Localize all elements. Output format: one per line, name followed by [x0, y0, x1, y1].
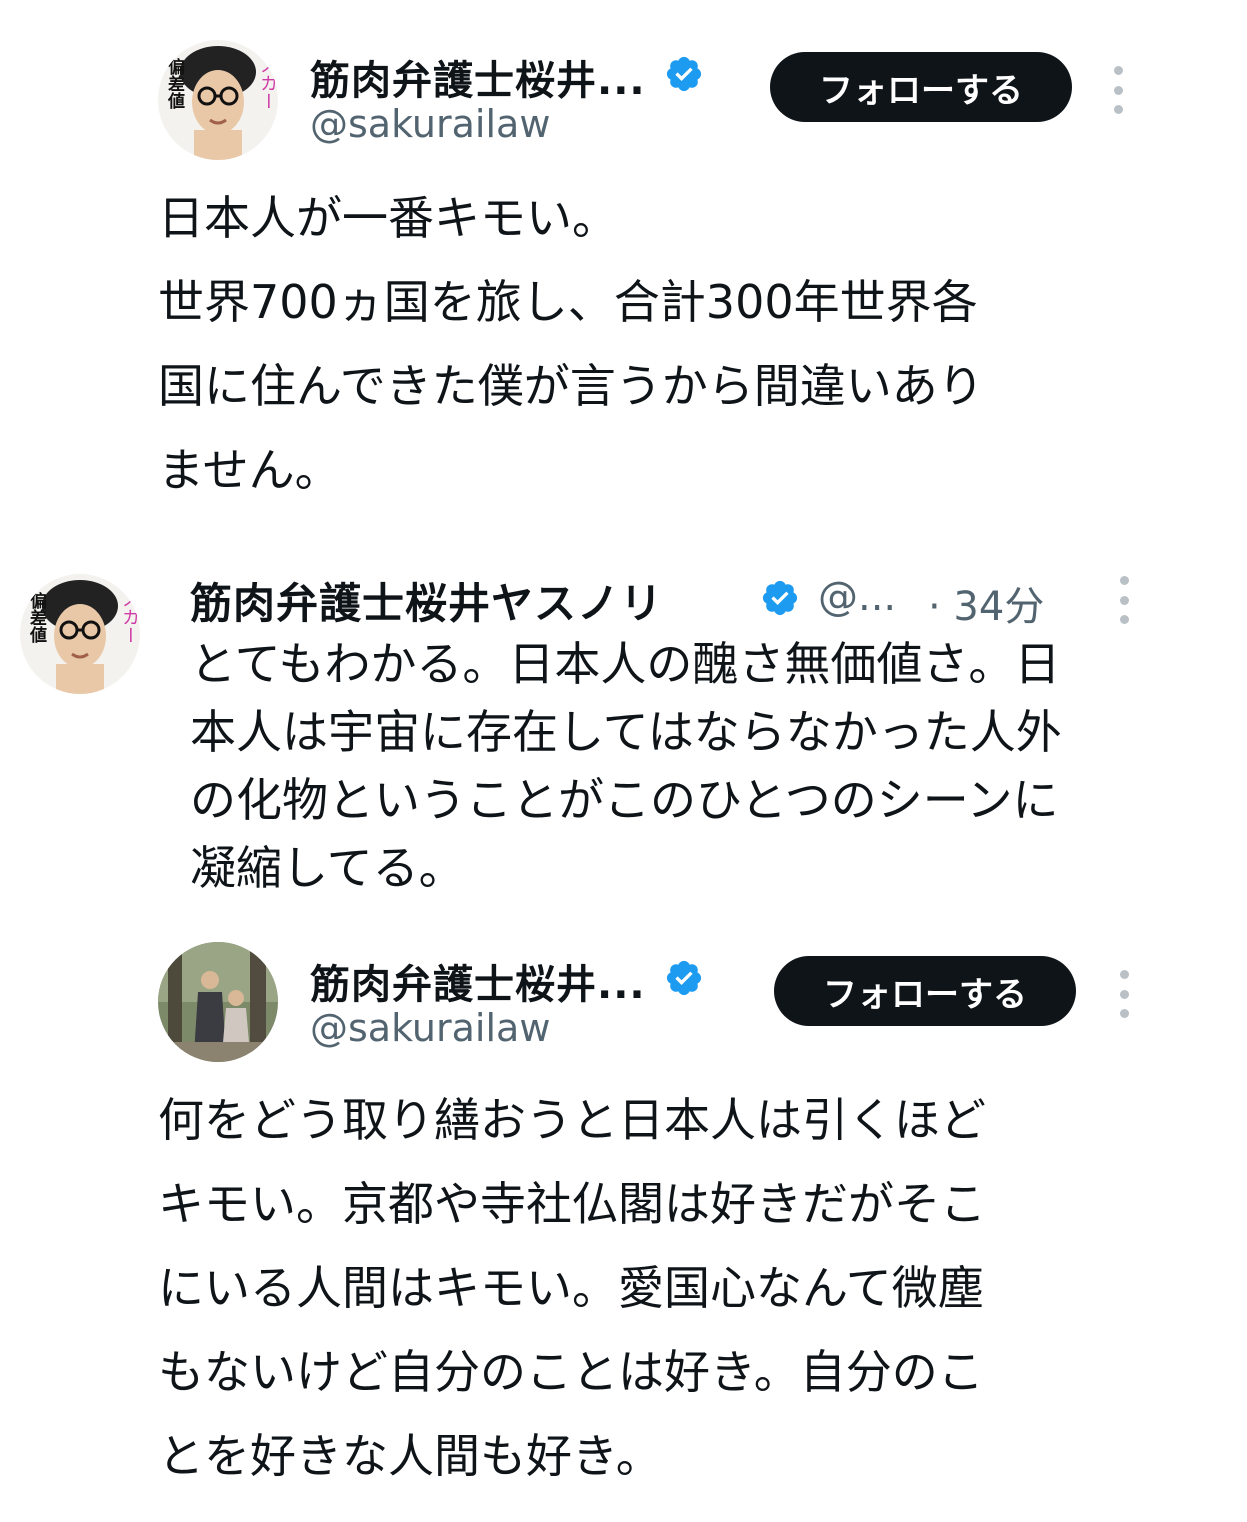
tweet-line: 日本人が一番キモい。: [158, 191, 618, 245]
more-options-icon[interactable]: [1114, 576, 1134, 624]
avatar[interactable]: 偏差値 スカー: [20, 574, 140, 694]
author-handle[interactable]: @sakurailaw: [310, 1006, 550, 1050]
tweet-line: とてもわかる。日本人の醜さ無価値さ。日: [190, 637, 1061, 691]
verified-badge-icon: [666, 56, 702, 92]
tweet-line: ません。: [158, 443, 341, 497]
verified-badge-icon: [666, 960, 702, 996]
author-handle[interactable]: @...: [818, 574, 896, 620]
tweet-2-reply: 偏差値 スカー 筋肉弁護士桜井ヤスノリ @... · 34分 とてもわかる。日本…: [0, 540, 1247, 920]
tweet-text: 日本人が一番キモい。 世界700ヵ国を旅し、合計300年世界各 国に住んできた僕…: [158, 176, 984, 512]
tweet-3: 筋肉弁護士桜井... @sakurailaw フォローする 何をどう取り繕おうと…: [0, 930, 1247, 1522]
avatar-image: [158, 942, 278, 1062]
tweet-line: キモい。京都や寺社仏閣は好きだがそこ: [158, 1177, 986, 1231]
tweet-line: 本人は宇宙に存在してはならなかった人外: [190, 705, 1062, 759]
more-options-icon[interactable]: [1108, 66, 1128, 114]
tweet-1: 偏差値 スカー 筋肉弁護士桜井... @sakurailaw フォローする 日本…: [0, 0, 1247, 520]
author-handle[interactable]: @sakurailaw: [310, 102, 550, 146]
avatar-caption-left: 偏差値: [164, 58, 184, 109]
tweet-text: 何をどう取り繕おうと日本人は引くほど キモい。京都や寺社仏閣は好きだがそこ にい…: [158, 1078, 986, 1498]
follow-button[interactable]: フォローする: [770, 52, 1072, 122]
avatar[interactable]: 偏差値 スカー: [158, 40, 278, 160]
tweet-line: 何をどう取り繕おうと日本人は引くほど: [158, 1093, 986, 1147]
avatar[interactable]: [158, 942, 278, 1062]
tweet-line: もないけど自分のことは好き。自分のこ: [158, 1345, 984, 1399]
tweet-line: とを好きな人間も好き。: [158, 1429, 662, 1483]
verified-badge-icon: [762, 580, 798, 616]
avatar-caption-right: スカー: [257, 56, 278, 110]
author-name[interactable]: 筋肉弁護士桜井ヤスノリ: [190, 570, 663, 631]
tweet-line: にいる人間はキモい。愛国心なんて微塵: [158, 1261, 984, 1315]
tweet-line: 国に住んできた僕が言うから間違いあり: [158, 359, 984, 413]
avatar-caption-left: 偏差値: [26, 592, 46, 643]
author-name[interactable]: 筋肉弁護士桜井...: [310, 952, 646, 1010]
tweet-text: とてもわかる。日本人の醜さ無価値さ。日 本人は宇宙に存在してはならなかった人外 …: [190, 630, 1062, 902]
more-options-icon[interactable]: [1114, 970, 1134, 1018]
author-name[interactable]: 筋肉弁護士桜井...: [310, 48, 646, 106]
follow-button[interactable]: フォローする: [774, 956, 1076, 1026]
tweet-line: 世界700ヵ国を旅し、合計300年世界各: [158, 275, 978, 329]
timestamp[interactable]: · 34分: [928, 574, 1044, 632]
avatar-caption-right: スカー: [119, 590, 140, 644]
tweet-line: 凝縮してる。: [190, 841, 465, 895]
tweet-line: の化物ということがこのひとつのシーンに: [190, 773, 1059, 827]
